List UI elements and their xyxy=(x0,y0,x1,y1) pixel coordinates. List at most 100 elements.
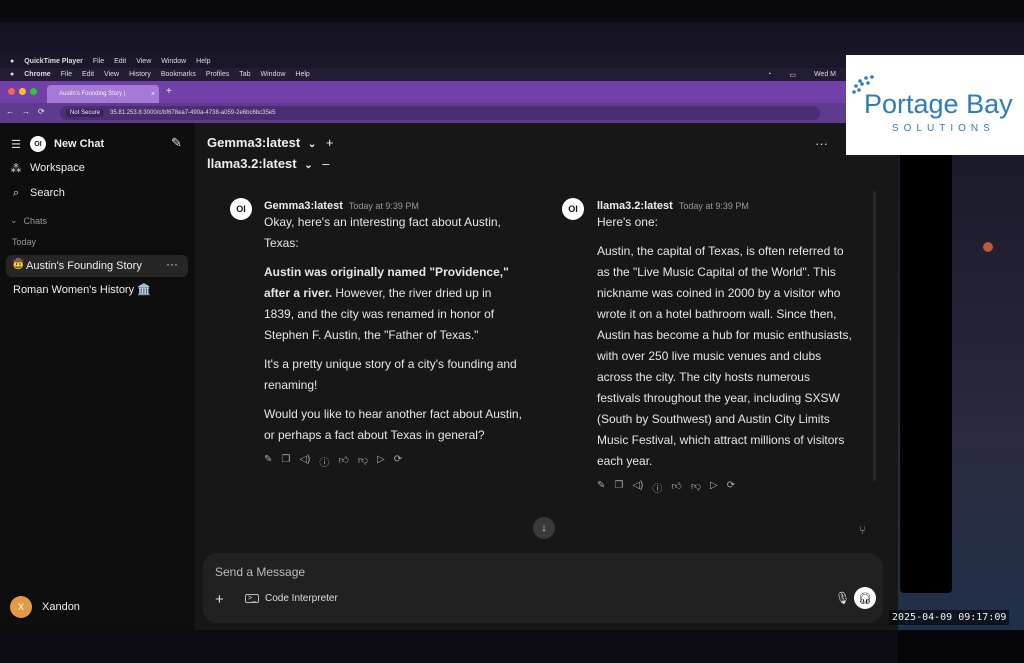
logo-title: Portage Bay xyxy=(864,89,1013,119)
headphones-icon[interactable]: 🎧︎ xyxy=(854,587,876,609)
quicktime-menubar: ● QuickTime Player File Edit View Window… xyxy=(0,55,846,68)
info-icon[interactable]: ⓘ xyxy=(652,480,662,495)
sidebar-top: ☰ OI New Chat xyxy=(10,136,104,152)
model-1-name: Gemma3:latest xyxy=(207,135,301,150)
workspace-icon: ⁂ xyxy=(10,162,22,175)
chat-item-roman[interactable]: Roman Women's History 🏛️ xyxy=(13,283,151,296)
speaker-icon[interactable]: ◁) xyxy=(632,480,643,495)
branch-icon[interactable]: ⑂ xyxy=(859,525,866,537)
edit-icon[interactable]: ✎ xyxy=(264,454,272,469)
portage-bay-logo: Portage Bay SOLUTIONS xyxy=(846,55,1024,155)
chrome-menu-edit[interactable]: Edit xyxy=(82,71,94,78)
message-input[interactable]: Send a Message xyxy=(215,565,305,579)
close-tab-icon[interactable]: × xyxy=(151,91,155,98)
workspace-label: Workspace xyxy=(30,162,85,174)
mic-icon[interactable]: 🎙︎ xyxy=(835,591,850,605)
model-name: Gemma3:latest xyxy=(264,200,343,212)
new-chat-button[interactable]: New Chat xyxy=(54,138,104,150)
chrome-menu-tab[interactable]: Tab xyxy=(239,71,250,78)
model-selector-2[interactable]: llama3.2:latest ⌄ – xyxy=(207,156,329,171)
sidebar: ☰ OI New Chat ✎ ⁂ Workspace ⌕ Search ⌄ C… xyxy=(0,123,195,630)
qt-menu-file[interactable]: File xyxy=(93,58,104,65)
timestamp: Today at 9:39 PM xyxy=(348,201,419,211)
user-name: Xandon xyxy=(42,601,80,613)
apple-icon[interactable]: ● xyxy=(10,71,14,78)
terminal-icon: >_ xyxy=(245,594,259,603)
chat-item-austin[interactable]: 🤠 Austin's Founding Story ··· xyxy=(6,255,188,277)
response-actions: ✎ ❐ ◁) ⓘ 👍︎ 👎︎ ▷ ⟳ xyxy=(264,454,524,469)
sidebar-item-workspace[interactable]: ⁂ Workspace xyxy=(10,162,85,175)
qt-app-name[interactable]: QuickTime Player xyxy=(24,58,83,65)
more-options-icon[interactable]: ··· xyxy=(166,257,178,271)
apple-icon[interactable]: ● xyxy=(10,58,14,65)
maximize-window-icon[interactable] xyxy=(30,88,37,95)
thumbs-down-icon[interactable]: 👎︎ xyxy=(691,480,701,495)
chrome-app-name[interactable]: Chrome xyxy=(24,71,50,78)
add-attachment-icon[interactable]: + xyxy=(215,591,224,608)
response-header: llama3.2:latest Today at 9:39 PM xyxy=(597,200,855,212)
url-text[interactable]: 35.81.253.8:3000/c/bf678ea7-490a-4738-a0… xyxy=(110,110,275,116)
regenerate-icon[interactable]: ⟳ xyxy=(727,480,735,495)
response-paragraph: Would you like to hear another fact abou… xyxy=(264,407,522,442)
minimize-window-icon[interactable] xyxy=(19,88,26,95)
today-header: Today xyxy=(12,237,36,247)
speaker-icon[interactable]: ◁) xyxy=(299,454,310,469)
qt-menu-window[interactable]: Window xyxy=(161,58,186,65)
play-icon[interactable]: ▷ xyxy=(377,454,385,469)
chrome-menu-help[interactable]: Help xyxy=(295,71,309,78)
thumbs-up-icon[interactable]: 👍︎ xyxy=(671,480,681,495)
moon-icon xyxy=(983,242,993,252)
video-timestamp: 2025-04-09 09:17:09 xyxy=(889,610,1010,625)
add-model-icon[interactable]: + xyxy=(326,135,334,150)
code-interpreter-label: Code Interpreter xyxy=(264,593,338,604)
battery-icon[interactable]: ▭ xyxy=(789,71,796,79)
user-profile[interactable]: X Xandon xyxy=(10,596,80,618)
today-label: Today xyxy=(12,237,37,247)
info-icon[interactable]: ⓘ xyxy=(319,454,329,469)
video-letterbox-bottom xyxy=(0,630,898,663)
code-interpreter-button[interactable]: >_ Code Interpreter xyxy=(245,593,338,604)
chrome-menu-bookmarks[interactable]: Bookmarks xyxy=(161,71,196,78)
not-secure-badge[interactable]: Not Secure xyxy=(66,109,105,117)
close-window-icon[interactable] xyxy=(8,88,15,95)
more-options-icon[interactable]: ··· xyxy=(815,136,828,151)
model-selector-1[interactable]: Gemma3:latest ⌄ + xyxy=(207,135,333,150)
scrollbar[interactable] xyxy=(873,191,876,481)
new-tab-icon[interactable]: + xyxy=(166,86,172,97)
copy-icon[interactable]: ❐ xyxy=(614,480,623,495)
message-composer: Send a Message + >_ Code Interpreter 🎙︎ … xyxy=(203,553,883,623)
chrome-menu-window[interactable]: Window xyxy=(261,71,286,78)
chrome-menu-history[interactable]: History xyxy=(129,71,151,78)
qt-menu-edit[interactable]: Edit xyxy=(114,58,126,65)
remove-model-icon[interactable]: – xyxy=(322,156,329,171)
video-band xyxy=(0,22,1024,55)
chat-main: Gemma3:latest ⌄ + llama3.2:latest ⌄ – ··… xyxy=(195,123,898,630)
menu-icon[interactable]: ☰ xyxy=(10,138,22,151)
chrome-menu-profiles[interactable]: Profiles xyxy=(206,71,229,78)
chevron-down-icon: ⌄ xyxy=(307,139,317,150)
qt-menu-help[interactable]: Help xyxy=(196,58,210,65)
copy-icon[interactable]: ❐ xyxy=(281,454,290,469)
thumbs-down-icon[interactable]: 👎︎ xyxy=(358,454,368,469)
search-icon: ⌕ xyxy=(12,186,20,199)
qt-menu-view[interactable]: View xyxy=(136,58,151,65)
menubar-clock[interactable]: Wed M xyxy=(814,71,836,78)
browser-tab-active[interactable]: Austin's Founding Story | × xyxy=(47,85,159,103)
chats-section-header[interactable]: ⌄ Chats xyxy=(10,215,47,226)
edit-icon[interactable]: ✎ xyxy=(597,480,605,495)
address-bar[interactable]: Not Secure 35.81.253.8:3000/c/bf678ea7-4… xyxy=(60,106,820,120)
chevron-down-icon: ⌄ xyxy=(10,215,18,225)
arrow-down-icon[interactable]: ↓ xyxy=(533,517,555,539)
search-label: Search xyxy=(30,187,65,199)
thumbs-up-icon[interactable]: 👍︎ xyxy=(338,454,348,469)
nav-buttons[interactable]: ←→⟳ xyxy=(6,107,53,116)
address-bar-row: ←→⟳ Not Secure 35.81.253.8:3000/c/bf678e… xyxy=(0,103,846,123)
wifi-icon[interactable]: ◔ xyxy=(767,71,771,78)
tab-title: Austin's Founding Story | xyxy=(59,91,126,97)
compose-icon[interactable]: ✎ xyxy=(171,135,182,151)
regenerate-icon[interactable]: ⟳ xyxy=(394,454,402,469)
chrome-menu-file[interactable]: File xyxy=(61,71,72,78)
sidebar-item-search[interactable]: ⌕ Search xyxy=(10,186,65,200)
play-icon[interactable]: ▷ xyxy=(710,480,718,495)
chrome-menu-view[interactable]: View xyxy=(104,71,119,78)
